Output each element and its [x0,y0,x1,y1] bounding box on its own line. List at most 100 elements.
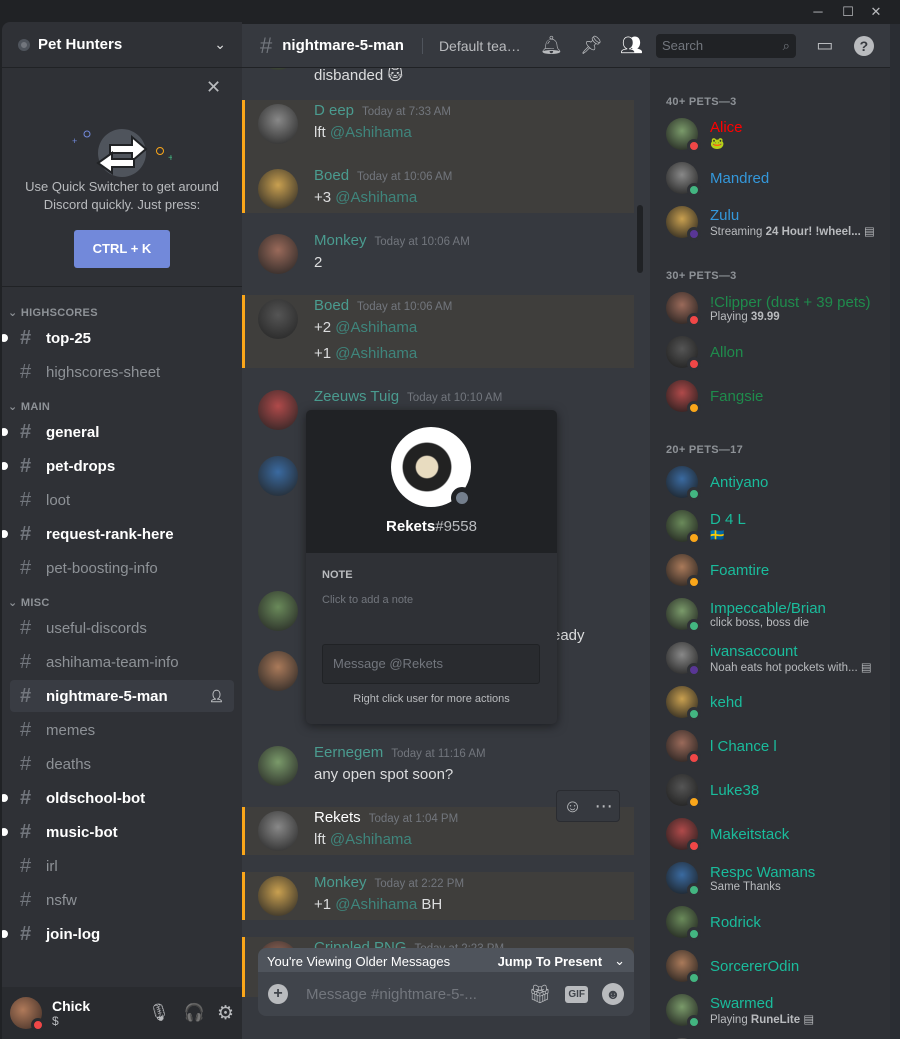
channel-nightmare-5-man[interactable]: # nightmare-5-man 👤︎ [10,680,234,712]
avatar[interactable] [258,390,298,430]
channel-deaths[interactable]: # deaths [10,748,234,780]
member-item[interactable]: Fangsie [650,374,890,418]
avatar[interactable] [258,456,298,496]
category-main[interactable]: ⌄ MAIN [8,400,50,413]
pin-icon[interactable]: 📌︎ [580,35,603,56]
member-item[interactable]: Allon [650,330,890,374]
member-item[interactable]: Luke38 [650,768,890,812]
member-item[interactable]: kehd [650,680,890,724]
avatar[interactable] [258,234,298,274]
message-author[interactable]: Rekets Today at 1:04 PM [314,809,458,826]
channel-nsfw[interactable]: # nsfw [10,884,234,916]
message-author[interactable]: Boed Today at 10:06 AM [314,167,452,184]
maximize-button[interactable]: ☐ [838,2,858,22]
member-item[interactable]: Makeitstack [650,812,890,856]
channel-request-rank-here[interactable]: # request-rank-here [2,518,234,550]
minimize-button[interactable]: ─ [808,2,828,22]
user-avatar[interactable] [10,997,45,1032]
avatar[interactable] [258,68,298,70]
member-item[interactable]: l Chance l [650,724,890,768]
message-user-input[interactable]: Message @Rekets [322,644,540,684]
member-item[interactable]: Rodrick [650,900,890,944]
help-icon[interactable]: ? [853,35,874,56]
inbox-icon[interactable]: ▭ [814,35,836,56]
avatar[interactable] [258,299,298,339]
message-author[interactable]: D eep Today at 7:33 AM [314,102,451,119]
add-reaction-icon[interactable]: ☺ [563,796,581,817]
message-author[interactable]: Zeeuws Tuig Today at 10:10 AM [314,388,502,405]
member-item[interactable]: SorcererOdin [650,944,890,988]
search-icon: ⌕ [782,37,790,53]
note-input[interactable]: Click to add a note [322,594,413,606]
headphones-icon[interactable]: 🎧 [184,1003,205,1023]
channel-general[interactable]: # general [2,416,234,448]
member-item[interactable]: Swarmed Playing RuneLite ▤ [650,988,890,1032]
emoji-icon[interactable]: ☻ [602,983,624,1005]
avatar[interactable] [258,651,298,691]
invite-icon[interactable]: 👤︎ [209,689,224,703]
member-item[interactable]: Impeccable/Brian click boss, boss die [650,592,890,636]
member-item[interactable]: !Clipper (dust + 39 pets) Playing 39.99 [650,286,890,330]
channel-pet-drops[interactable]: # pet-drops [2,450,234,482]
member-item[interactable]: Tonny [650,1032,890,1039]
message-author[interactable]: Eernegem Today at 11:16 AM [314,744,486,761]
member-item[interactable]: Alice 🐸 [650,112,890,156]
channel-highscores-sheet[interactable]: # highscores-sheet [10,356,234,388]
search-input[interactable]: Search ⌕ [655,33,796,58]
member-item[interactable]: Respc Wamans Same Thanks [650,856,890,900]
user-mention[interactable]: @Ashihama [330,831,412,848]
gif-icon[interactable]: GIF [565,985,588,1003]
member-item[interactable]: Mandred [650,156,890,200]
channel-irl[interactable]: # irl [10,850,234,882]
channel-useful-discords[interactable]: # useful-discords [10,612,234,644]
message-author[interactable]: Monkey Today at 2:22 PM [314,874,464,891]
server-header[interactable]: Pet Hunters ⌄ [2,22,242,68]
member-item[interactable]: ivansaccount Noah eats hot pockets with..… [650,636,890,680]
close-icon[interactable]: ✕ [206,77,221,98]
channel-ashihama-team-info[interactable]: # ashihama-team-info [10,646,234,678]
gear-icon[interactable]: ⚙ [217,1002,234,1025]
channel-top-25[interactable]: # top-25 [2,322,234,354]
avatar[interactable] [258,746,298,786]
jump-to-present-button[interactable]: Jump To Present [498,954,603,969]
message-author[interactable]: Boed Today at 10:06 AM [314,297,452,314]
category-misc[interactable]: ⌄ MISC [8,596,50,609]
user-mention[interactable]: @Ashihama [330,124,412,141]
members-icon[interactable]: 👥︎ [620,35,643,56]
channel-join-log[interactable]: # join-log [2,918,234,950]
microphone-icon[interactable]: 🎙 [148,1003,170,1023]
avatar[interactable] [258,876,298,916]
member-avatar [666,380,701,415]
member-item[interactable]: Antiyano [650,460,890,504]
member-item[interactable]: Zulu Streaming 24 Hour! !wheel... ▤ [650,200,890,244]
avatar[interactable] [258,169,298,209]
upload-plus-icon[interactable]: + [268,984,288,1004]
idle-status-icon [687,401,701,415]
member-item[interactable]: Foamtire [650,548,890,592]
channel-memes[interactable]: # memes [10,714,234,746]
gift-icon[interactable]: 🎁︎ [528,984,551,1005]
channel-loot[interactable]: # loot [10,484,234,516]
quick-switcher-shortcut-button[interactable]: CTRL + K [74,230,170,268]
user-mention[interactable]: @Ashihama [335,189,417,206]
user-name: Chick [52,998,91,1014]
channel-pet-boosting-info[interactable]: # pet-boosting-info [10,552,234,584]
more-options-icon[interactable]: ⋯ [595,796,613,817]
user-mention[interactable]: @Ashihama [335,896,417,913]
message-input[interactable]: Message #nightmare-5-... [306,986,528,1003]
message-author[interactable]: Monkey Today at 10:06 AM [314,232,470,249]
member-item[interactable]: D 4 L 🇸🇪 [650,504,890,548]
channel-oldschool-bot[interactable]: # oldschool-bot [2,782,234,814]
bell-icon[interactable]: 🔔︎ [540,35,563,56]
chat-scrollbar[interactable] [637,205,643,273]
user-mention[interactable]: @Ashihama [335,345,417,362]
category-highscores[interactable]: ⌄ HIGHSCORES [8,306,98,319]
avatar[interactable] [258,104,298,144]
user-mention[interactable]: @Ashihama [335,319,417,336]
avatar[interactable] [258,811,298,851]
avatar[interactable] [258,591,298,631]
close-window-button[interactable]: ✕ [866,2,886,22]
channel-music-bot[interactable]: # music-bot [2,816,234,848]
server-icon [18,38,30,51]
channel-topic[interactable]: Default team info [421,37,522,54]
